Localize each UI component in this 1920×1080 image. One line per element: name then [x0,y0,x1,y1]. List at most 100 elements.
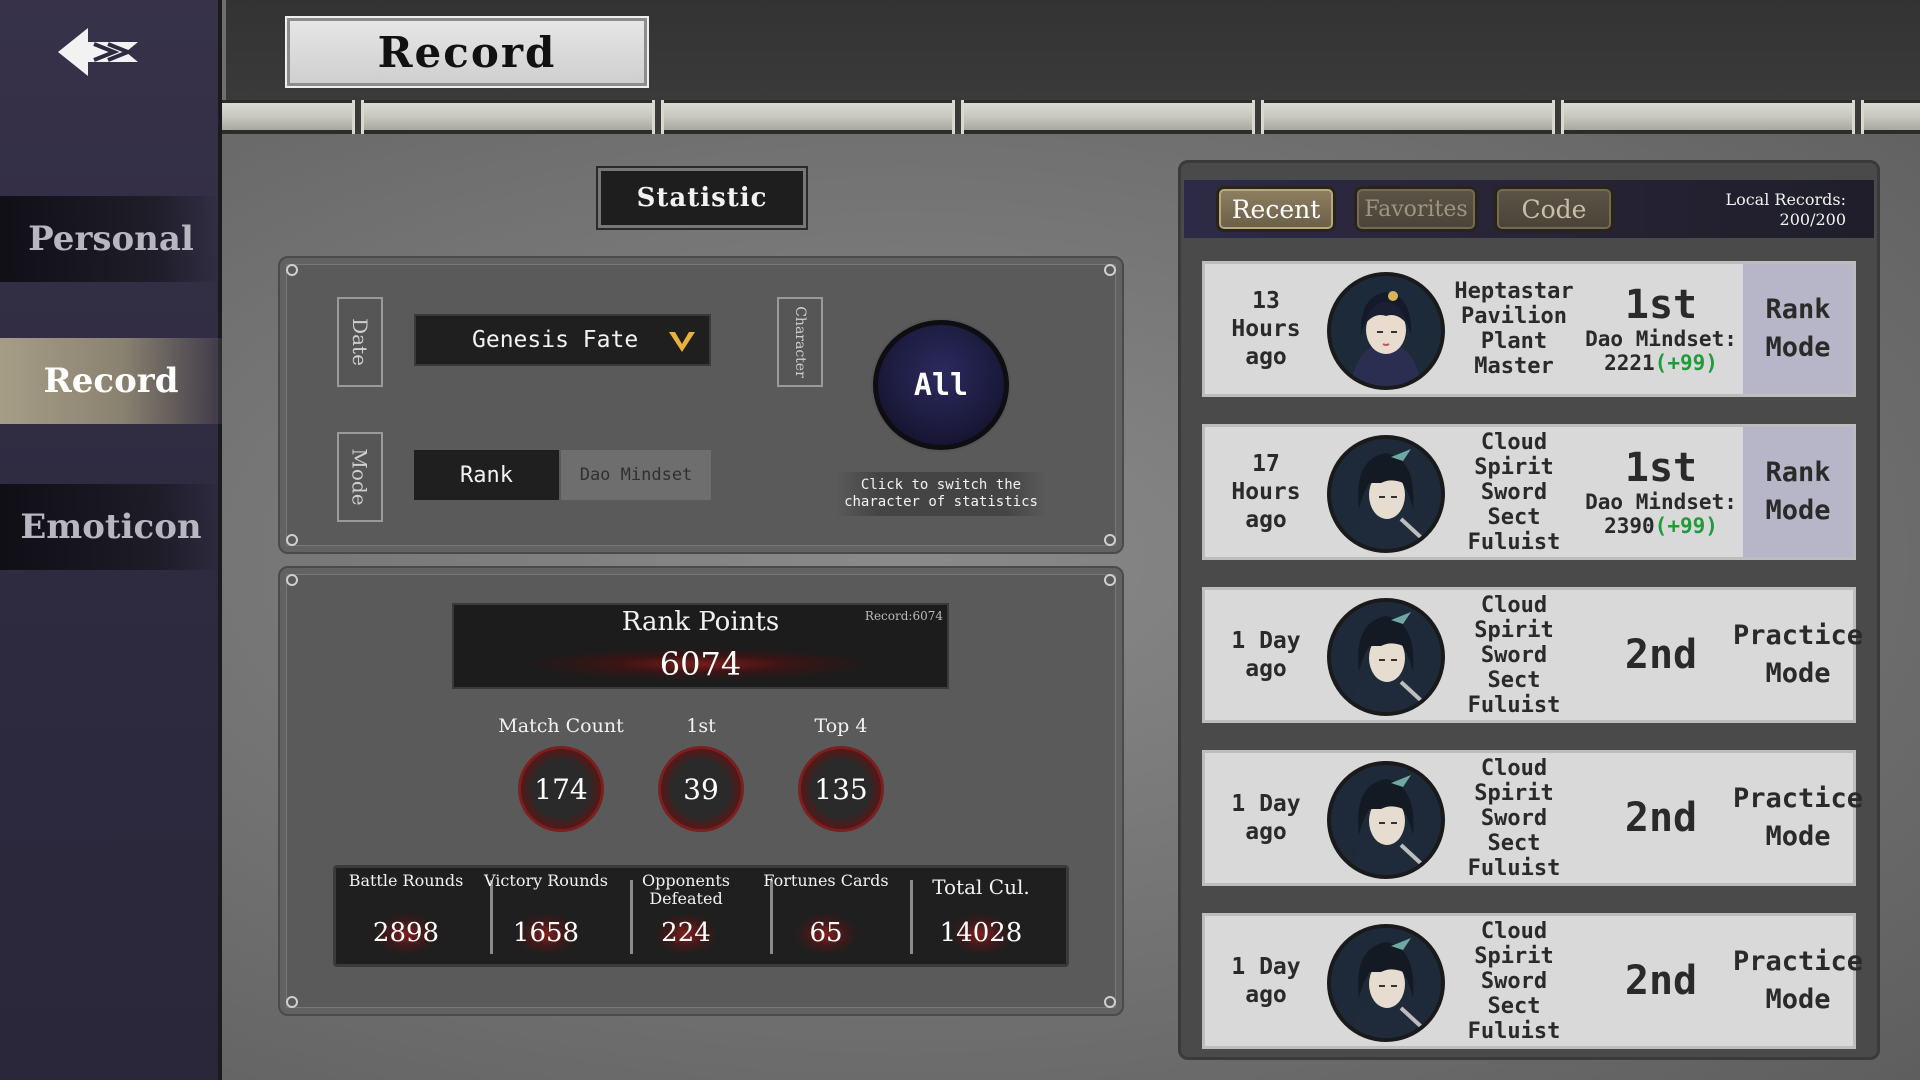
chevron-down-icon [669,332,695,352]
tab-recent[interactable]: Recent [1216,186,1336,232]
mode-dao-mindset-toggle[interactable]: Dao Mindset [561,450,711,500]
bamboo-divider [222,100,1920,140]
rank-points-box: Rank Points Record:6074 6074 [452,603,949,689]
detail-stats-strip: Battle Rounds 2898 Victory Rounds 1658 O… [333,865,1069,967]
record-placement-value: 2nd [1624,632,1698,678]
record-mode: Practice Mode [1733,753,1863,883]
first-place-label: 1st [686,715,716,737]
back-arrow-icon [58,28,138,76]
record-card[interactable]: 1 Day ago Cloud Spirit Sword Sect Fuluis… [1202,750,1863,886]
record-character: Cloud Spirit Sword Sect Fuluist [1467,429,1561,555]
record-card[interactable]: 1 Day ago Cloud Spirit Sword Sect Fuluis… [1202,587,1863,723]
page-title: Record [285,16,649,88]
tab-code[interactable]: Code [1494,186,1614,232]
panel-corner [1104,534,1116,546]
panel-corner [286,996,298,1008]
record-time: 13 Hours ago [1231,288,1301,370]
record-dao-score: 2390(+99) [1604,514,1718,538]
rank-points-record: Record:6074 [864,609,943,623]
record-placement-value: 2nd [1624,795,1698,841]
total-cultivation-value: 14028 [939,918,1023,948]
record-card[interactable]: 13 Hours ago Heptastar Pavilion Plant Ma… [1202,261,1856,397]
victory-rounds-stat: Victory Rounds 1658 [476,868,616,964]
opponents-defeated-label: Opponents Defeated [642,871,730,908]
record-time: 17 Hours ago [1231,451,1301,533]
sidebar: Personal Record Emoticon [0,0,222,1080]
fortunes-cards-value: 65 [809,918,843,948]
character-switch-hint: Click to switch the character of statist… [836,472,1046,516]
local-records-label: Local Records: [1725,190,1846,209]
back-button[interactable] [52,18,144,86]
panel-corner [1104,574,1116,586]
battle-rounds-value: 2898 [372,918,440,948]
character-label: Character [777,297,823,387]
sidebar-item-label: Emoticon [20,507,202,547]
character-portrait-icon [1327,598,1445,716]
mode-rank-toggle[interactable]: Rank [414,450,559,500]
character-portrait-icon [1327,435,1445,553]
record-placement: 2nd [1581,590,1741,720]
record-character: Cloud Spirit Sword Sect Fuluist [1467,918,1561,1044]
season-dropdown-value: Genesis Fate [472,327,639,353]
record-placement: 2nd [1581,916,1741,1046]
top-four-value: 135 [798,746,884,832]
sidebar-item-label: Personal [28,219,194,259]
local-records-value: 200/200 [1779,210,1846,229]
total-cultivation-label: Total Cul. [932,875,1030,899]
opponents-defeated-stat: Opponents Defeated 224 [616,868,756,964]
sidebar-item-label: Record [43,361,179,401]
panel-corner [286,534,298,546]
battle-rounds-label: Battle Rounds [348,871,464,890]
victory-rounds-label: Victory Rounds [484,871,608,890]
record-time: 1 Day ago [1231,954,1301,1008]
record-character: Heptastar Pavilion Plant Master [1454,279,1574,379]
record-dao-gain: (+99) [1654,514,1718,538]
record-mode: Practice Mode [1733,916,1863,1046]
record-card[interactable]: 17 Hours ago Cloud Spirit Sword Sect Ful… [1202,424,1856,560]
panel-corner [286,264,298,276]
statistic-title: Statistic [596,166,808,230]
season-dropdown[interactable]: Genesis Fate [414,314,711,366]
battle-rounds-stat: Battle Rounds 2898 [336,868,476,964]
character-portrait-icon [1327,924,1445,1042]
record-dao-label: Dao Mindset: [1585,490,1737,514]
record-character: Cloud Spirit Sword Sect Fuluist [1467,592,1561,718]
tab-favorites[interactable]: Favorites [1354,186,1478,232]
record-mode: Practice Mode [1733,590,1863,720]
record-dao-score: 2221(+99) [1604,351,1718,375]
victory-rounds-value: 1658 [512,918,580,948]
record-dao-gain: (+99) [1654,351,1718,375]
record-dao-value: 2221 [1604,351,1655,375]
record-placement: 2nd [1581,753,1741,883]
record-placement: 1st Dao Mindset: 2221(+99) [1581,264,1741,394]
character-all-button[interactable]: All [873,320,1009,450]
record-time: 1 Day ago [1231,628,1301,682]
records-tab-bar: Recent Favorites Code Local Records: 200… [1184,180,1874,238]
sidebar-item-record[interactable]: Record [0,338,222,424]
fortunes-cards-stat: Fortunes Cards 65 [756,868,896,964]
date-label: Date [337,297,383,387]
panel-corner [1104,996,1116,1008]
character-portrait-icon [1327,761,1445,879]
record-card[interactable]: 1 Day ago Cloud Spirit Sword Sect Fuluis… [1202,913,1863,1049]
record-placement: 1st Dao Mindset: 2390(+99) [1581,427,1741,557]
match-count-value: 174 [518,746,604,832]
record-mode: Rank Mode [1743,427,1853,557]
record-mode: Rank Mode [1743,264,1853,394]
local-records-count: Local Records: 200/200 [1725,190,1846,230]
sidebar-item-emoticon[interactable]: Emoticon [0,484,222,570]
fortunes-cards-label: Fortunes Cards [763,871,889,890]
sidebar-item-personal[interactable]: Personal [0,196,222,282]
record-dao-value: 2390 [1604,514,1655,538]
record-placement-value: 1st [1624,282,1698,328]
record-character: Cloud Spirit Sword Sect Fuluist [1467,755,1561,881]
record-dao-label: Dao Mindset: [1585,327,1737,351]
record-placement-value: 2nd [1624,958,1698,1004]
rank-points-value: 6074 [454,641,947,687]
match-count-label: Match Count [498,715,624,737]
record-placement-value: 1st [1624,445,1698,491]
record-time: 1 Day ago [1231,791,1301,845]
character-portrait-icon [1327,272,1445,390]
top-four-label: Top 4 [814,715,868,737]
opponents-defeated-value: 224 [661,918,711,948]
